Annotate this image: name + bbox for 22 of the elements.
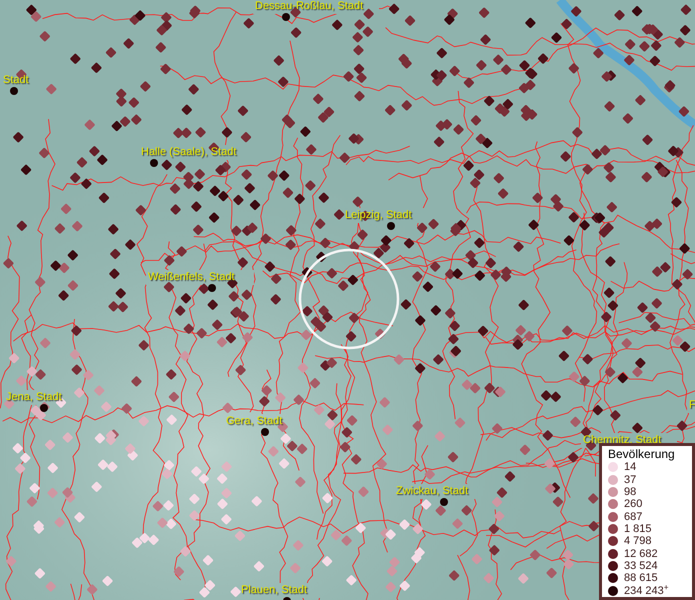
city-label: Dessau-Roßlau, Stadt: [255, 0, 364, 13]
legend-label: 260: [624, 498, 642, 510]
city-label: Zwickau, Stadt: [396, 485, 468, 498]
legend-label: 12 682: [624, 548, 658, 560]
legend-label: 4 798: [624, 535, 652, 548]
legend-title: Bevölkerung: [608, 447, 676, 461]
legend-label: 234 243$^{+}$: [624, 584, 669, 597]
city-label: Chemnitz, Stadt: [583, 434, 662, 447]
legend-label: 98: [624, 486, 636, 498]
city-label: F: [689, 399, 695, 412]
legend-label: 37: [624, 474, 636, 486]
city-label: Gera, Stadt: [226, 415, 282, 428]
city-label: Halle (Saale), Stadt: [141, 146, 236, 159]
city-label: Plauen, Stadt: [241, 584, 308, 597]
legend-label: 687: [624, 510, 642, 523]
legend-label: 33 524: [624, 560, 658, 572]
legend-label: 1 815: [624, 522, 652, 535]
legend-label: 88 615: [624, 572, 658, 584]
city-label: Weißenfels, Stadt: [148, 271, 235, 284]
city-label: Stadt: [3, 74, 29, 87]
city-label: Jena, Stadt: [6, 391, 62, 404]
legend-label: 14: [624, 461, 636, 474]
